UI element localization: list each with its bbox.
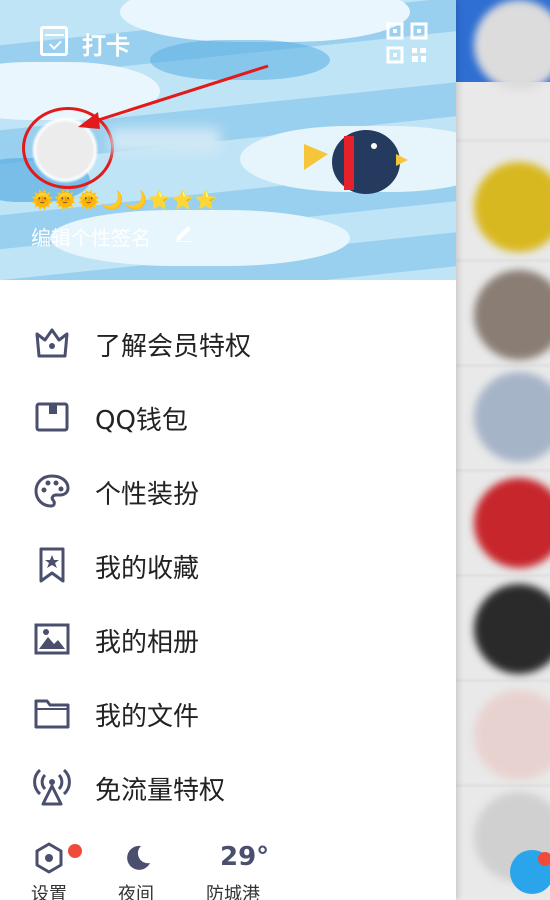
menu-item-label: 我的相册 (95, 628, 200, 658)
side-drawer: 打卡 🌞🌞🌞🌙🌙⭐⭐⭐ 编辑个性签名 了解会员特权 QQ钱包 个性装扮 我的收藏… (0, 0, 456, 900)
chat-avatar[interactable] (474, 372, 550, 462)
menu-item-favorites[interactable]: 我的收藏 (0, 528, 456, 602)
menu-item-free-data[interactable]: 免流量特权 (0, 750, 456, 824)
notification-dot (68, 844, 82, 858)
divider (456, 365, 550, 366)
qr-code-icon[interactable] (386, 22, 428, 64)
notification-dot (538, 852, 550, 866)
penguin-mascot-icon (304, 130, 408, 194)
divider (456, 140, 550, 141)
menu-item-label: 我的文件 (95, 702, 200, 732)
divider (456, 785, 550, 786)
image-icon (34, 623, 70, 655)
checkin-label[interactable]: 打卡 (82, 26, 130, 61)
level-badges[interactable]: 🌞🌞🌞🌙🌙⭐⭐⭐ (31, 190, 218, 211)
weather-temperature: 29° (220, 842, 270, 872)
nickname-blurred (110, 128, 220, 154)
calendar-check-icon[interactable] (40, 26, 68, 56)
chat-avatar[interactable] (474, 690, 550, 780)
menu-item-personalize[interactable]: 个性装扮 (0, 454, 456, 528)
wallet-icon (35, 402, 69, 432)
chat-avatar[interactable] (474, 162, 550, 252)
settings-hexagon-icon (35, 842, 63, 874)
chat-avatar[interactable] (474, 584, 550, 674)
divider (456, 260, 550, 261)
menu-item-album[interactable]: 我的相册 (0, 602, 456, 676)
menu-item-qq-wallet[interactable]: QQ钱包 (0, 380, 456, 454)
moon-icon (127, 845, 150, 870)
menu-item-label: 免流量特权 (95, 776, 226, 806)
menu-item-label: 我的收藏 (95, 554, 200, 584)
chat-avatar[interactable] (474, 478, 550, 568)
fish-pattern (150, 40, 330, 80)
palette-icon (34, 474, 70, 508)
weather-widget[interactable]: 29° 防城港 (206, 838, 286, 900)
folder-icon (34, 699, 70, 729)
weather-city: 防城港 (206, 884, 260, 900)
night-mode-button[interactable]: 夜间 (118, 838, 208, 900)
signature-text[interactable]: 编辑个性签名 (31, 222, 151, 251)
night-mode-label: 夜间 (118, 884, 154, 900)
divider (456, 680, 550, 681)
annotation-circle (22, 107, 114, 189)
profile-header: 打卡 🌞🌞🌞🌙🌙⭐⭐⭐ 编辑个性签名 (0, 0, 456, 280)
divider (456, 470, 550, 471)
settings-button[interactable]: 设置 (26, 838, 116, 900)
divider (456, 575, 550, 576)
crown-icon (35, 328, 69, 358)
menu-item-files[interactable]: 我的文件 (0, 676, 456, 750)
chat-avatar[interactable] (474, 270, 550, 360)
menu-item-label: 了解会员特权 (95, 332, 252, 362)
settings-label: 设置 (31, 884, 67, 900)
broadcast-icon (33, 768, 71, 806)
chat-list-background (456, 0, 550, 900)
pencil-icon[interactable] (174, 222, 194, 242)
menu-item-label: QQ钱包 (95, 406, 188, 436)
menu-item-label: 个性装扮 (95, 480, 200, 510)
menu-item-vip-privileges[interactable]: 了解会员特权 (0, 306, 456, 380)
bookmark-star-icon (39, 547, 65, 583)
